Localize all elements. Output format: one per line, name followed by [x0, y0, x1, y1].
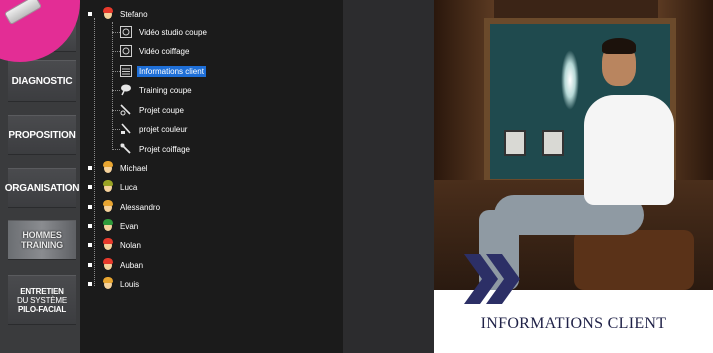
caption-title: INFORMATIONS CLIENT: [480, 315, 667, 332]
tree-guide-line: [112, 22, 113, 150]
tree-item-projet-coiffage[interactable]: Projet coiffage: [120, 140, 192, 158]
tree-node-label: Louis: [120, 279, 140, 289]
color-brush-icon: [120, 123, 132, 135]
barber-chair: [574, 230, 694, 290]
tree-branch: [112, 51, 120, 52]
pen-icon: [5, 0, 41, 24]
expand-toggle-icon[interactable]: [88, 263, 92, 267]
tree-node-label: Michael: [120, 163, 148, 173]
tree-item-video-coiffage[interactable]: Vidéo coiffage: [120, 42, 191, 60]
chevron-icon: [464, 254, 520, 304]
hommes-training-button[interactable]: HOMMES TRAINING: [8, 220, 76, 260]
tree-node-person[interactable]: Luca: [88, 178, 139, 196]
man-shirt: [584, 95, 674, 205]
person-icon: [102, 219, 114, 233]
tree-item-label: Projet coiffage: [139, 144, 190, 154]
person-icon: [102, 7, 114, 21]
expand-toggle-icon[interactable]: [88, 224, 92, 228]
person-icon: [102, 200, 114, 214]
tree-node-person[interactable]: Nolan: [88, 236, 143, 254]
person-icon: [102, 161, 114, 175]
tree-item-video-studio[interactable]: Vidéo studio coupe: [120, 23, 209, 41]
expand-toggle-icon[interactable]: [88, 185, 92, 189]
proposition-button[interactable]: PROPOSITION: [8, 115, 76, 155]
tree-node-label: Auban: [120, 260, 144, 270]
tree-node-person[interactable]: Auban: [88, 256, 145, 274]
tree-item-label: Vidéo coiffage: [139, 46, 190, 56]
expand-toggle-icon[interactable]: [88, 243, 92, 247]
entretien-button[interactable]: ENTRETIEN DU SYSTÈME PILO-FACIAL: [8, 275, 76, 325]
tree-node-person[interactable]: Evan: [88, 217, 140, 235]
man-hair: [602, 38, 636, 54]
tree-node-label: Nolan: [120, 240, 141, 250]
middle-panel: [343, 0, 434, 353]
tree-node-label: Luca: [120, 182, 138, 192]
info-sheet-icon: [120, 65, 132, 77]
tree-branch: [112, 71, 120, 72]
organisation-button[interactable]: ORGANISATION: [5, 168, 80, 208]
tree-branch: [112, 129, 120, 130]
tree-item-projet-couleur[interactable]: projet couleur: [120, 120, 189, 138]
person-icon: [102, 180, 114, 194]
wall-frame: [542, 130, 564, 156]
tree-item-training-coupe[interactable]: Training coupe: [120, 81, 194, 99]
tree-node-label: Evan: [120, 221, 139, 231]
entretien-label-3: PILO-FACIAL: [17, 304, 67, 314]
tree-item-informations-client[interactable]: Informations client: [120, 62, 206, 80]
brush-icon: [120, 84, 132, 96]
tree-branch: [112, 32, 120, 33]
expand-toggle-icon[interactable]: [88, 282, 92, 286]
person-icon: [102, 258, 114, 272]
person-icon: [102, 238, 114, 252]
tree-branch: [112, 90, 120, 91]
expand-toggle-icon[interactable]: [88, 12, 92, 16]
entretien-label-2: DU SYSTÈME: [16, 295, 67, 305]
app-window: DIAGNOSTIC PROPOSITION ORGANISATION HOMM…: [0, 0, 713, 353]
tree-node-person[interactable]: Louis: [88, 275, 141, 293]
client-tree: Stefano Vidéo studio coupe Vidéo coiffag…: [80, 0, 343, 353]
expand-toggle-icon[interactable]: [88, 205, 92, 209]
tree-node-person[interactable]: Alessandro: [88, 198, 162, 216]
tree-node-person[interactable]: Michael: [88, 159, 150, 177]
person-icon: [102, 277, 114, 291]
client-image-panel: INFORMATIONS CLIENT: [434, 0, 713, 353]
diagnostic-button[interactable]: DIAGNOSTIC: [8, 60, 76, 102]
lamp: [561, 50, 579, 110]
entretien-label-1: ENTRETIEN: [20, 286, 64, 296]
hommes-label: HOMMES: [22, 230, 62, 240]
tree-node-root[interactable]: Stefano: [88, 5, 150, 23]
scissors-icon: [120, 104, 132, 116]
tree-node-label: Stefano: [120, 9, 148, 19]
expand-toggle-icon[interactable]: [88, 166, 92, 170]
tree-item-label-selected: Informations client: [137, 65, 206, 77]
tree-branch: [112, 149, 120, 150]
tree-item-label: Training coupe: [139, 85, 192, 95]
tree-item-projet-coupe[interactable]: Projet coupe: [120, 101, 186, 119]
tree-branch: [112, 110, 120, 111]
tree-item-label: Projet coupe: [139, 105, 184, 115]
hair-dryer-icon: [120, 143, 132, 155]
tree-node-label: Alessandro: [120, 202, 161, 212]
video-icon: [120, 45, 132, 57]
tree-item-label: projet couleur: [139, 124, 188, 134]
video-icon: [120, 26, 132, 38]
wall-frame: [504, 130, 526, 156]
tree-item-label: Vidéo studio coupe: [139, 27, 207, 37]
training-label: TRAINING: [21, 240, 63, 250]
